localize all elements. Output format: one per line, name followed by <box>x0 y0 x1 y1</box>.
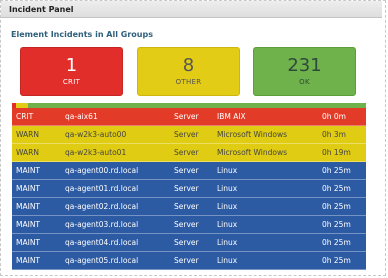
incident-severity: WARN <box>16 148 39 157</box>
incident-host: qa-w2k3-auto00 <box>65 130 127 139</box>
incident-host: qa-aix61 <box>65 112 98 121</box>
other-count-tile[interactable]: 8 OTHER <box>137 47 240 96</box>
incident-duration: 0h 3m <box>322 130 346 139</box>
incident-row[interactable]: MAINT qa-agent03.rd.local Server Linux 0h 25… <box>12 216 366 234</box>
incident-host: qa-agent05.rd.local <box>65 256 139 265</box>
incident-host: qa-agent00.rd.local <box>65 166 139 175</box>
incident-host: qa-agent02.rd.local <box>65 202 139 211</box>
incident-os: Linux <box>217 238 238 247</box>
incident-duration: 0h 25m <box>322 166 351 175</box>
incident-type: Server <box>174 184 199 193</box>
incident-os: Microsoft Windows <box>217 148 287 157</box>
incident-severity: CRIT <box>16 112 34 121</box>
incident-type: Server <box>174 238 199 247</box>
incident-os: Microsoft Windows <box>217 130 287 139</box>
incident-row[interactable]: WARN qa-w2k3-auto00 Server Microsoft Window… <box>12 126 366 144</box>
incident-type: Server <box>174 202 199 211</box>
incident-severity: WARN <box>16 130 39 139</box>
incident-duration: 0h 19m <box>322 148 351 157</box>
incident-type: Server <box>174 112 199 121</box>
ok-count-tile[interactable]: 231 OK <box>253 47 356 96</box>
incident-host: qa-w2k3-auto01 <box>65 148 127 157</box>
other-label: OTHER <box>175 78 202 86</box>
panel-header: Incident Panel <box>1 1 382 18</box>
incident-duration: 0h 25m <box>322 238 351 247</box>
incident-severity: MAINT <box>16 256 41 265</box>
ok-count: 231 <box>287 55 322 76</box>
incident-type: Server <box>174 166 199 175</box>
incident-row[interactable]: CRIT qa-aix61 Server IBM AIX 0h 0m <box>12 108 366 126</box>
crit-label: CRIT <box>62 78 81 86</box>
incident-severity: MAINT <box>16 202 41 211</box>
incident-severity: MAINT <box>16 184 41 193</box>
incident-row[interactable]: MAINT qa-agent02.rd.local Server Linux 0h 25… <box>12 198 366 216</box>
incident-host: qa-agent04.rd.local <box>65 238 139 247</box>
incident-os: Linux <box>217 202 238 211</box>
incident-severity: MAINT <box>16 238 41 247</box>
incident-row[interactable]: MAINT qa-agent00.rd.local Server Linux 0h 25… <box>12 162 366 180</box>
crit-count: 1 <box>65 55 78 76</box>
incident-list: CRIT qa-aix61 Server IBM AIX 0h 0m WARN qa-w2k… <box>12 108 366 270</box>
incident-duration: 0h 25m <box>322 202 351 211</box>
incident-duration: 0h 0m <box>322 112 346 121</box>
section-title: Element Incidents in All Groups <box>11 30 153 39</box>
incident-os: Linux <box>217 166 238 175</box>
incident-duration: 0h 25m <box>322 220 351 229</box>
incident-duration: 0h 25m <box>322 184 351 193</box>
incident-host: qa-agent03.rd.local <box>65 220 139 229</box>
incident-host: qa-agent01.rd.local <box>65 184 139 193</box>
incident-severity: MAINT <box>16 220 41 229</box>
incident-os: Linux <box>217 184 238 193</box>
other-count: 8 <box>182 55 195 76</box>
incident-type: Server <box>174 256 199 265</box>
incident-os: IBM AIX <box>217 112 246 121</box>
incident-row[interactable]: MAINT qa-agent01.rd.local Server Linux 0h 25… <box>12 180 366 198</box>
ok-label: OK <box>299 78 310 86</box>
incident-os: Linux <box>217 220 238 229</box>
incident-row[interactable]: MAINT qa-agent05.rd.local Server Linux 0h 25… <box>12 252 366 270</box>
incident-type: Server <box>174 148 199 157</box>
incident-type: Server <box>174 220 199 229</box>
incident-duration: 0h 25m <box>322 256 351 265</box>
incident-type: Server <box>174 130 199 139</box>
incident-row[interactable]: WARN qa-w2k3-auto01 Server Microsoft Window… <box>12 144 366 162</box>
incident-severity: MAINT <box>16 166 41 175</box>
incident-os: Linux <box>217 256 238 265</box>
crit-count-tile[interactable]: 1 CRIT <box>20 47 123 96</box>
incident-row[interactable]: MAINT qa-agent04.rd.local Server Linux 0h 25… <box>12 234 366 252</box>
